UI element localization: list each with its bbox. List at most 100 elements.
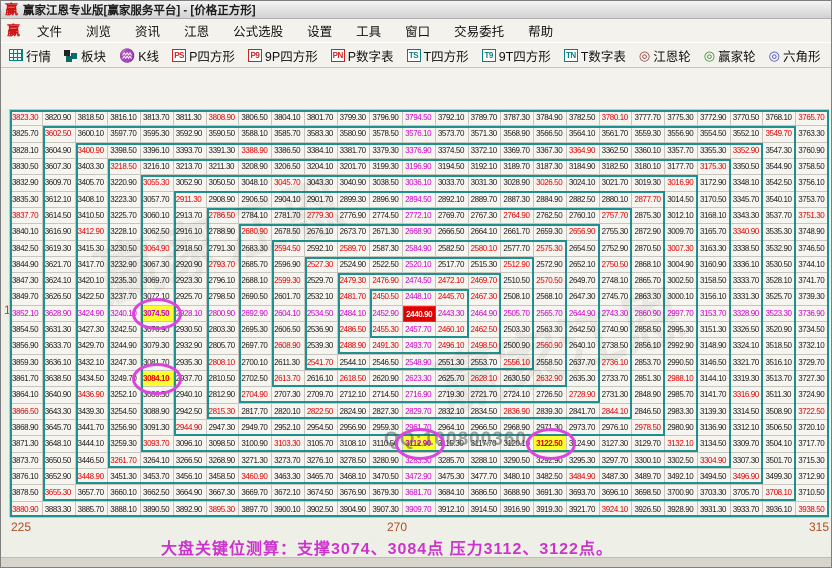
price-cell[interactable]: 2827.30: [370, 404, 403, 420]
price-cell[interactable]: 3036.10: [403, 175, 436, 191]
price-cell[interactable]: 2572.90: [534, 257, 567, 273]
price-cell[interactable]: 3480.10: [501, 469, 534, 485]
price-cell[interactable]: 2493.70: [403, 338, 436, 354]
price-cell[interactable]: 2508.10: [501, 289, 534, 305]
price-cell[interactable]: 3878.50: [10, 485, 43, 501]
price-cell[interactable]: 3667.30: [207, 485, 240, 501]
price-cell[interactable]: 2608.90: [272, 338, 305, 354]
price-cell[interactable]: 3244.90: [108, 338, 141, 354]
price-cell[interactable]: 2920.90: [174, 257, 207, 273]
price-cell[interactable]: 2452.90: [370, 306, 403, 322]
price-cell[interactable]: 3542.50: [763, 175, 796, 191]
price-cell[interactable]: 3813.70: [141, 110, 174, 126]
price-cell[interactable]: 3732.10: [796, 338, 829, 354]
price-cell[interactable]: 3415.30: [76, 241, 109, 257]
price-cell[interactable]: 3268.90: [207, 453, 240, 469]
price-cell[interactable]: 2510.50: [501, 273, 534, 289]
price-cell[interactable]: 3129.70: [632, 436, 665, 452]
price-cell[interactable]: 3410.50: [76, 208, 109, 224]
price-cell[interactable]: 3794.50: [403, 110, 436, 126]
price-cell[interactable]: 3201.70: [338, 159, 371, 175]
price-cell[interactable]: 3842.50: [10, 241, 43, 257]
price-cell[interactable]: 3669.70: [239, 485, 272, 501]
price-cell[interactable]: 3604.90: [43, 143, 76, 159]
price-cell[interactable]: 3302.50: [665, 453, 698, 469]
price-cell[interactable]: 3237.70: [108, 289, 141, 305]
price-cell[interactable]: 2460.10: [436, 322, 469, 338]
price-cell[interactable]: 3256.90: [108, 420, 141, 436]
price-cell[interactable]: 3530.50: [763, 257, 796, 273]
price-cell[interactable]: 3840.10: [10, 224, 43, 240]
price-cell[interactable]: 3446.50: [76, 453, 109, 469]
price-cell[interactable]: 3002.50: [665, 273, 698, 289]
price-cell[interactable]: 2712.10: [338, 387, 371, 403]
price-cell[interactable]: 3576.10: [403, 126, 436, 142]
price-cell[interactable]: 3643.30: [43, 404, 76, 420]
price-cell[interactable]: 2678.50: [272, 224, 305, 240]
price-cell[interactable]: 2911.30: [174, 192, 207, 208]
price-cell[interactable]: 3050.50: [207, 175, 240, 191]
price-cell[interactable]: 3434.50: [76, 371, 109, 387]
price-cell[interactable]: 3456.10: [174, 469, 207, 485]
price-cell[interactable]: 3847.30: [10, 273, 43, 289]
price-cell[interactable]: 3304.90: [698, 453, 731, 469]
price-cell[interactable]: 3408.10: [76, 192, 109, 208]
price-cell[interactable]: 3333.70: [731, 273, 764, 289]
price-cell[interactable]: 3439.30: [76, 404, 109, 420]
price-cell[interactable]: 3799.30: [338, 110, 371, 126]
price-cell[interactable]: 3314.50: [731, 404, 764, 420]
price-cell[interactable]: 2860.90: [632, 306, 665, 322]
price-cell[interactable]: 2676.10: [305, 224, 338, 240]
price-cell[interactable]: 3938.50: [796, 502, 829, 518]
price-cell[interactable]: 3388.90: [239, 143, 272, 159]
price-cell[interactable]: 2997.70: [665, 306, 698, 322]
price-cell[interactable]: 3091.30: [141, 420, 174, 436]
toolbar-item-kline[interactable]: ♒K线: [119, 46, 159, 65]
price-cell[interactable]: 3816.10: [108, 110, 141, 126]
price-cell[interactable]: 3362.50: [600, 143, 633, 159]
price-cell[interactable]: 3688.90: [501, 485, 534, 501]
price-cell[interactable]: 3638.50: [43, 371, 76, 387]
price-cell[interactable]: 3532.90: [763, 241, 796, 257]
price-cell[interactable]: 2611.30: [272, 355, 305, 371]
price-cell[interactable]: 2496.10: [436, 338, 469, 354]
price-cell[interactable]: 2899.30: [338, 192, 371, 208]
price-cell[interactable]: 2560.90: [534, 338, 567, 354]
price-cell[interactable]: 3009.70: [665, 224, 698, 240]
price-cell[interactable]: 3626.50: [43, 289, 76, 305]
price-cell[interactable]: 2745.70: [600, 289, 633, 305]
price-cell[interactable]: 3019.30: [632, 175, 665, 191]
price-cell[interactable]: 2476.90: [370, 273, 403, 289]
price-cell[interactable]: 3321.70: [731, 355, 764, 371]
price-cell[interactable]: 3028.90: [501, 175, 534, 191]
price-cell[interactable]: 3367.30: [534, 143, 567, 159]
menu-item-8[interactable]: 窗口: [405, 21, 430, 40]
price-cell[interactable]: 2762.50: [534, 208, 567, 224]
price-cell[interactable]: 3379.30: [370, 143, 403, 159]
price-cell[interactable]: 3261.70: [108, 453, 141, 469]
center-price-cell[interactable]: 2440.90: [403, 306, 436, 322]
price-cell[interactable]: 2752.90: [600, 241, 633, 257]
price-cell[interactable]: 3364.90: [567, 143, 600, 159]
price-cell[interactable]: 2923.30: [174, 273, 207, 289]
price-cell[interactable]: 2913.70: [174, 208, 207, 224]
price-cell[interactable]: 3775.30: [665, 110, 698, 126]
price-cell[interactable]: 2894.50: [403, 192, 436, 208]
price-cell[interactable]: 2520.10: [403, 257, 436, 273]
price-cell[interactable]: 2563.30: [534, 322, 567, 338]
price-cell[interactable]: 2803.30: [207, 322, 240, 338]
price-cell[interactable]: 3264.10: [141, 453, 174, 469]
price-cell[interactable]: 2817.70: [239, 404, 272, 420]
price-cell[interactable]: 2990.50: [665, 355, 698, 371]
price-cell[interactable]: 2448.10: [403, 289, 436, 305]
price-cell[interactable]: 3312.10: [731, 420, 764, 436]
price-cell[interactable]: 2541.70: [305, 355, 338, 371]
price-cell[interactable]: 2640.10: [567, 338, 600, 354]
price-cell[interactable]: 3266.50: [174, 453, 207, 469]
price-cell[interactable]: 2755.30: [600, 224, 633, 240]
price-cell[interactable]: 2769.70: [436, 208, 469, 224]
price-cell[interactable]: 3513.70: [763, 371, 796, 387]
price-cell[interactable]: 2892.10: [436, 192, 469, 208]
price-cell[interactable]: 2808.10: [207, 355, 240, 371]
price-cell[interactable]: 3871.30: [10, 436, 43, 452]
